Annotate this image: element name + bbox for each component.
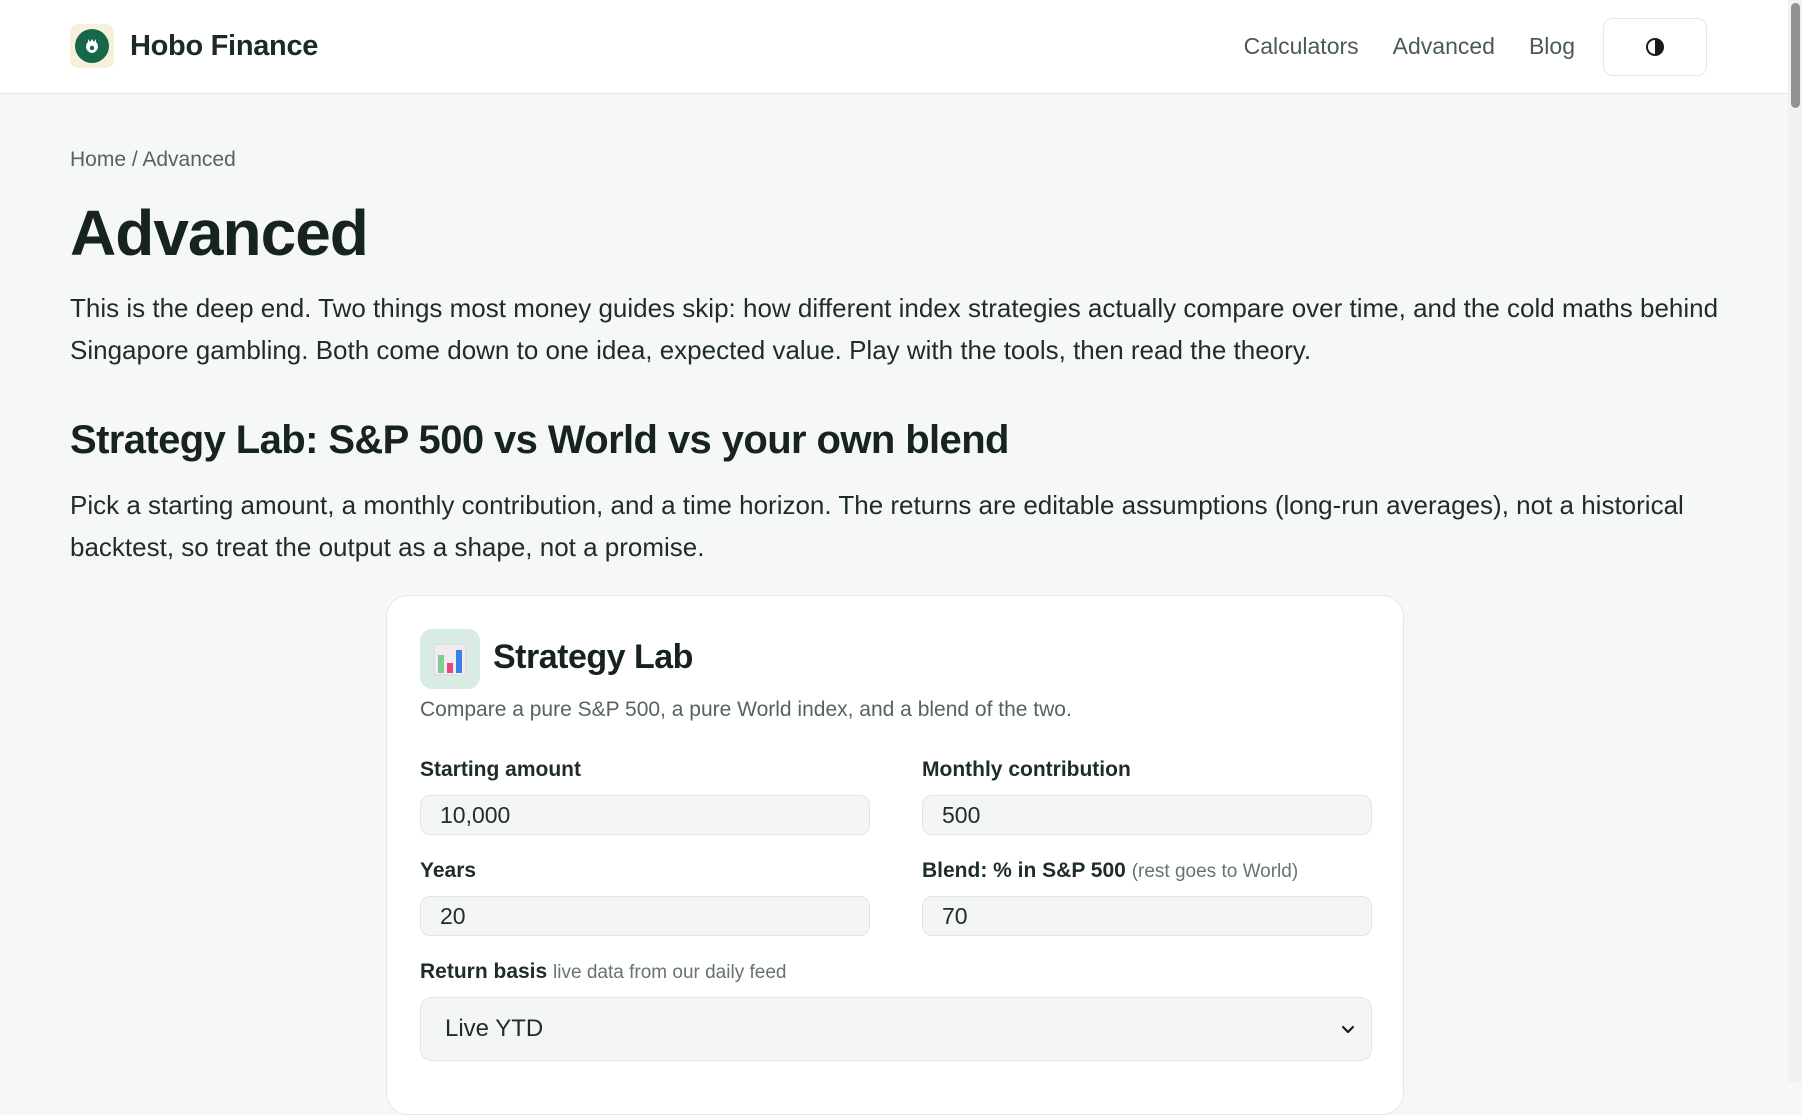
starting-amount-input[interactable]: 10,000	[420, 795, 870, 835]
section-description: Pick a starting amount, a monthly contri…	[70, 490, 1684, 562]
blend-input[interactable]: 70	[922, 896, 1372, 936]
nav-blog[interactable]: Blog	[1529, 33, 1575, 60]
scrollbar-thumb[interactable]	[1791, 3, 1800, 108]
monthly-contribution-label: Monthly contribution	[922, 758, 1131, 781]
page-intro: This is the deep end. Two things most mo…	[70, 293, 1719, 365]
top-navigation-bar: Hobo Finance Calculators Advanced Blog	[0, 0, 1788, 94]
nav-advanced[interactable]: Advanced	[1393, 33, 1495, 60]
monthly-contribution-input[interactable]: 500	[922, 795, 1372, 835]
main-nav: Calculators Advanced Blog	[1244, 0, 1788, 93]
return-basis-label: Return basis live data from our daily fe…	[420, 960, 786, 984]
starting-amount-label: Starting amount	[420, 758, 581, 781]
breadcrumb[interactable]: Home / Advanced	[70, 148, 236, 172]
theme-toggle-button[interactable]	[1603, 17, 1707, 76]
card-title: Strategy Lab	[493, 638, 693, 676]
years-input[interactable]: 20	[420, 896, 870, 936]
page-scrollbar[interactable]	[1788, 0, 1802, 1082]
brand-name: Hobo Finance	[130, 29, 319, 62]
nav-calculators[interactable]: Calculators	[1244, 33, 1359, 60]
return-basis-label-text: Return basis	[420, 960, 548, 983]
brand-link[interactable]: Hobo Finance	[70, 24, 318, 68]
blend-label: Blend: % in S&P 500 (rest goes to World)	[922, 859, 1298, 883]
logo-icon	[70, 24, 114, 68]
section-title: Strategy Lab: S&P 500 vs World vs your o…	[70, 418, 1009, 462]
chevron-down-icon	[1341, 1025, 1355, 1034]
return-basis-note: live data from our daily feed	[553, 962, 787, 983]
blend-label-note: (rest goes to World)	[1131, 861, 1299, 882]
page-title: Advanced	[70, 197, 369, 269]
return-basis-selected: Live YTD	[445, 1015, 544, 1042]
return-basis-select[interactable]: Live YTD	[420, 997, 1372, 1061]
bar-chart-icon	[420, 629, 480, 689]
years-label: Years	[420, 859, 477, 882]
contrast-icon	[1646, 37, 1664, 56]
card-subtitle: Compare a pure S&P 500, a pure World ind…	[420, 698, 1072, 721]
blend-label-text: Blend: % in S&P 500	[922, 859, 1126, 882]
strategy-lab-card: Strategy Lab Compare a pure S&P 500, a p…	[386, 595, 1404, 1115]
